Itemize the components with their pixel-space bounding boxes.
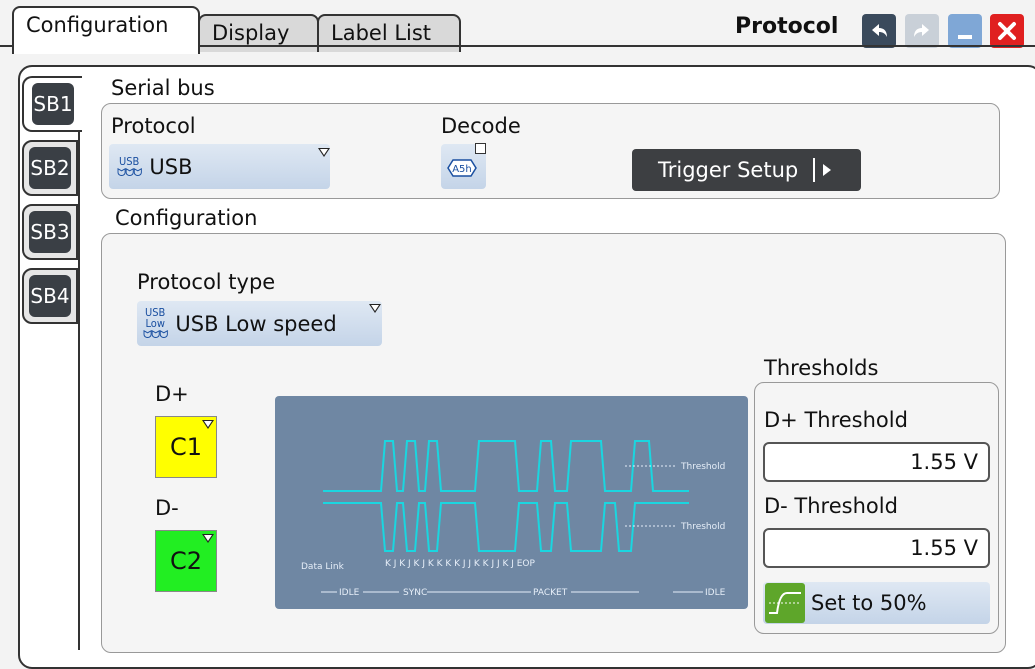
- side-tab-sb3-label: SB3: [29, 211, 71, 253]
- dplus-threshold-label: D+ Threshold: [764, 408, 908, 432]
- serial-bus-title: Serial bus: [111, 76, 215, 100]
- tab-display-label: Display: [212, 21, 290, 45]
- symbol-sequence-text: K J K J K J K K K K J J K K J J K J EOP: [385, 559, 536, 569]
- side-tab-sb2[interactable]: SB2: [22, 140, 78, 196]
- undo-button[interactable]: [862, 14, 896, 48]
- minimize-button[interactable]: [948, 14, 982, 48]
- dialog-title: Protocol: [735, 14, 839, 39]
- thresholds-title: Thresholds: [764, 356, 879, 380]
- dminus-threshold-label: D- Threshold: [764, 494, 898, 518]
- side-tab-sb3[interactable]: SB3: [22, 204, 78, 260]
- configuration-title: Configuration: [115, 206, 258, 230]
- chevron-down-icon: [369, 304, 381, 313]
- tab-label-list-label: Label List: [331, 21, 432, 45]
- idle-text-left: IDLE: [339, 588, 360, 598]
- protocol-type-select[interactable]: USB Low ᗢᗢᗢ USB Low speed: [137, 301, 382, 346]
- dminus-waveform: [323, 502, 689, 552]
- chevron-down-icon: [202, 420, 214, 429]
- packet-text: PACKET: [533, 588, 568, 598]
- side-tab-sb4-label: SB4: [29, 275, 71, 317]
- chevron-down-icon: [202, 534, 214, 543]
- waveform-50-icon: [765, 583, 805, 623]
- side-tab-sb1-label: SB1: [32, 83, 74, 125]
- usb-protocol-icon: USB ᗢᗢᗢ: [117, 154, 142, 179]
- button-separator: [813, 158, 815, 182]
- checkbox-icon: [475, 143, 486, 154]
- protocol-label: Protocol: [111, 114, 196, 138]
- side-tab-sb2-label: SB2: [29, 147, 71, 189]
- trigger-setup-label: Trigger Setup: [658, 158, 799, 182]
- dplus-source-button[interactable]: C1: [155, 416, 217, 478]
- trigger-setup-button[interactable]: Trigger Setup: [632, 149, 861, 191]
- protocol-type-value: USB Low speed: [175, 311, 337, 336]
- protocol-select[interactable]: USB ᗢᗢᗢ USB: [109, 144, 330, 189]
- side-tab-sb4[interactable]: SB4: [22, 268, 78, 324]
- dminus-source-button[interactable]: C2: [155, 530, 217, 592]
- set-to-50-button[interactable]: Set to 50%: [763, 582, 990, 624]
- redo-icon: [914, 24, 929, 37]
- threshold-text-bottom: Threshold: [680, 522, 725, 532]
- minimize-icon: [958, 35, 972, 39]
- threshold-text-top: Threshold: [680, 462, 725, 472]
- dplus-source-value: C1: [169, 433, 203, 461]
- dplus-label: D+: [155, 382, 189, 406]
- side-tab-divider: [78, 120, 80, 650]
- dminus-source-value: C2: [169, 547, 203, 575]
- usb-signal-diagram: Threshold Threshold Data Link K J K J K …: [275, 396, 748, 609]
- undo-icon: [872, 24, 887, 37]
- decode-label: Decode: [441, 114, 521, 138]
- chevron-down-icon: [318, 148, 330, 157]
- hex-decode-text: A5h: [452, 164, 472, 175]
- sync-text: SYNC: [403, 588, 427, 598]
- decode-toggle[interactable]: A5h: [441, 143, 486, 189]
- dminus-label: D-: [155, 496, 179, 520]
- side-tab-sb1[interactable]: SB1: [22, 76, 82, 132]
- redo-button[interactable]: [905, 14, 939, 48]
- tab-configuration-label: Configuration: [26, 13, 169, 37]
- usb-low-speed-icon: USB Low ᗢᗢᗢ: [143, 306, 168, 341]
- usb-waveform: Threshold Threshold Data Link K J K J K …: [301, 440, 726, 598]
- play-arrow-icon: [823, 164, 831, 176]
- hex-decode-icon: A5h: [447, 159, 477, 177]
- protocol-type-label: Protocol type: [137, 270, 276, 294]
- set-to-50-label: Set to 50%: [811, 591, 927, 615]
- dplus-threshold-input[interactable]: 1.55 V: [763, 442, 990, 482]
- protocol-select-value: USB: [149, 154, 193, 179]
- tab-configuration[interactable]: Configuration: [12, 6, 200, 54]
- idle-text-right: IDLE: [705, 588, 726, 598]
- close-button[interactable]: [990, 14, 1024, 48]
- close-icon: [998, 22, 1016, 40]
- dminus-threshold-input[interactable]: 1.55 V: [763, 528, 990, 568]
- data-link-text: Data Link: [301, 562, 345, 572]
